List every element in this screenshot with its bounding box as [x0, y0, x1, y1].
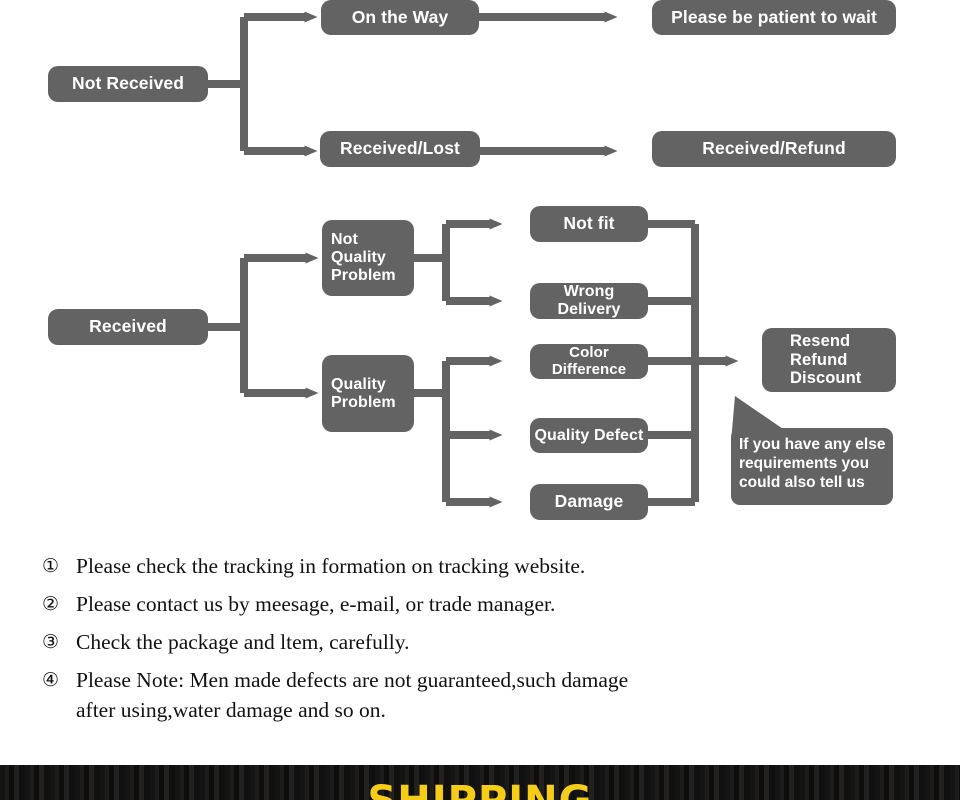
node-color-difference[interactable]: Color Difference — [530, 344, 648, 379]
note-number: ① — [42, 555, 60, 577]
node-not-fit[interactable]: Not fit — [530, 206, 648, 242]
note-text: Please Note: Men made defects are not gu… — [76, 668, 629, 722]
node-received-refund[interactable]: Received/Refund — [652, 131, 896, 167]
callout-bubble: If you have any else requirements you co… — [731, 428, 893, 505]
node-on-the-way[interactable]: On the Way — [321, 0, 479, 35]
node-damage[interactable]: Damage — [530, 484, 648, 520]
list-item: ④ Please Note: Men made defects are not … — [42, 665, 922, 725]
node-received-lost[interactable]: Received/Lost — [320, 131, 480, 167]
list-item: ② Please contact us by meesage, e-mail, … — [42, 589, 922, 619]
note-number: ③ — [42, 631, 60, 653]
list-item: ① Please check the tracking in formation… — [42, 551, 922, 581]
note-number: ② — [42, 593, 60, 615]
note-text: Please contact us by meesage, e-mail, or… — [76, 592, 556, 616]
node-not-quality-problem[interactable]: Not Quality Problem — [322, 220, 414, 296]
node-please-be-patient[interactable]: Please be patient to wait — [652, 0, 896, 35]
node-wrong-delivery[interactable]: Wrong Delivery — [530, 283, 648, 319]
note-text: Check the package and ltem, carefully. — [76, 630, 410, 654]
node-quality-defect[interactable]: Quality Defect — [530, 418, 648, 453]
note-number: ④ — [42, 669, 60, 691]
list-item: ③ Check the package and ltem, carefully. — [42, 627, 922, 657]
callout-text: If you have any else requirements you co… — [739, 436, 886, 491]
node-received[interactable]: Received — [48, 309, 208, 345]
node-not-received[interactable]: Not Received — [48, 66, 208, 102]
node-resend-refund-discount[interactable]: Resend Refund Discount — [762, 328, 896, 392]
note-text: Please check the tracking in formation o… — [76, 554, 586, 578]
shipping-banner: SHIPPING — [0, 765, 960, 800]
node-quality-problem[interactable]: Quality Problem — [322, 355, 414, 432]
notes-list: ① Please check the tracking in formation… — [42, 551, 922, 733]
banner-title: SHIPPING — [0, 781, 960, 800]
page-root: Not Received On the Way Please be patien… — [0, 0, 960, 800]
